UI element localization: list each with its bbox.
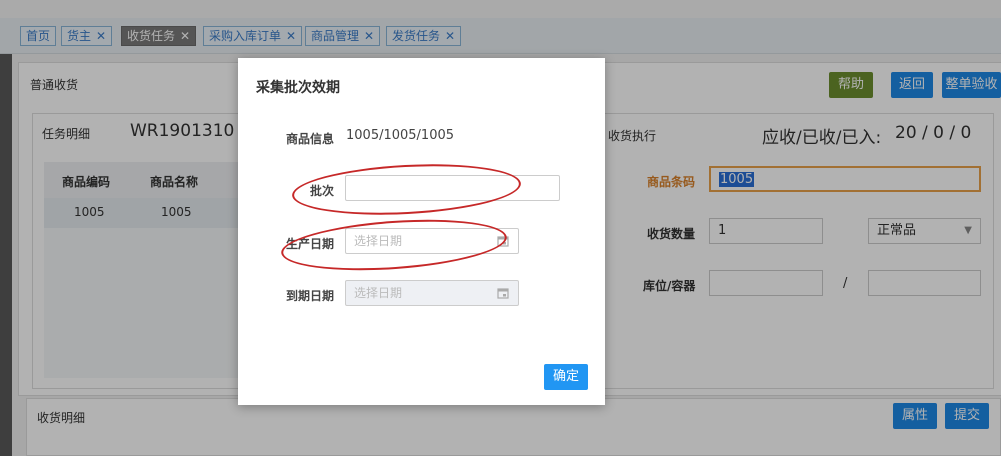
expiry-date-label: 到期日期: [286, 289, 335, 303]
production-date-label: 生产日期: [286, 237, 335, 251]
calendar-icon[interactable]: [497, 235, 509, 247]
expiry-date-input[interactable]: [345, 280, 519, 306]
product-info-value: 1005/1005/1005: [346, 128, 455, 143]
product-info-label: 商品信息: [286, 132, 335, 146]
calendar-icon[interactable]: [497, 287, 509, 299]
production-date-input[interactable]: [345, 228, 519, 254]
batch-input[interactable]: [345, 175, 560, 201]
batch-expiry-dialog: 采集批次效期 商品信息 1005/1005/1005 批次 生产日期 到期日期 …: [238, 58, 605, 405]
batch-label: 批次: [310, 184, 335, 198]
confirm-button[interactable]: 确定: [544, 364, 588, 390]
dialog-title: 采集批次效期: [256, 80, 340, 96]
